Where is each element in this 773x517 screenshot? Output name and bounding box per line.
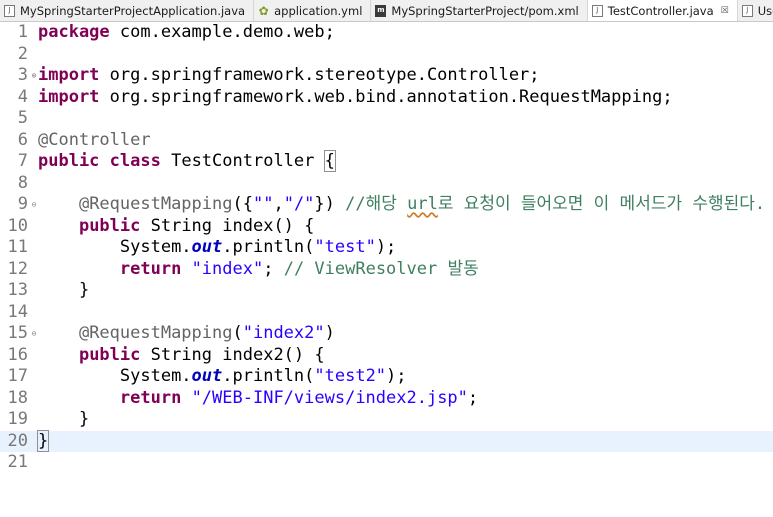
code-line: 8 (0, 173, 773, 195)
code-line: 11 System.out.println("test"); (0, 237, 773, 259)
line-number: 12 (7, 258, 28, 279)
line-number: 18 (7, 387, 28, 408)
line-number: 19 (7, 409, 28, 429)
tab-label: UserC (757, 3, 773, 18)
keyword: import (38, 86, 100, 107)
tab-pom-xml[interactable]: m MySpringStarterProject/pom.xml (371, 0, 588, 21)
line-number: 6 (17, 129, 28, 150)
matched-bracket: } (36, 429, 50, 452)
fold-toggle-icon[interactable]: ⊖ (30, 194, 38, 216)
keyword: package (38, 22, 110, 42)
tab-testcontroller-java[interactable]: J TestController.java ☒ (587, 0, 738, 21)
tab-label: MySpringStarterProject/pom.xml (391, 3, 579, 18)
string-literal: "/" (283, 194, 315, 214)
code-line: 14 (0, 302, 773, 324)
matched-bracket: { (323, 150, 336, 172)
line-number: 5 (17, 108, 28, 128)
code-line: 12 return "index"; // ViewResolver 발동 (0, 259, 773, 281)
static-field: out (191, 366, 223, 386)
package-name: com.example.demo.web; (109, 22, 335, 42)
line-number: 3 (17, 65, 28, 85)
code-line: 7 public class TestController { (0, 150, 773, 173)
line-number: 16 (7, 344, 28, 365)
tab-label: TestController.java (607, 3, 714, 18)
tab-application-java[interactable]: J MySpringStarterProjectApplication.java (0, 0, 255, 21)
keyword: return (119, 387, 182, 408)
tab-label: application.yml (274, 3, 363, 18)
code-line: 10 public String index() { (0, 216, 773, 238)
code-line: 17 System.out.println("test2"); (0, 366, 773, 388)
fold-toggle-icon[interactable]: ⊕ (30, 65, 38, 87)
java-file-icon: J (741, 4, 753, 17)
yml-file-icon: ✿ (258, 3, 269, 18)
annotation: @RequestMapping (78, 323, 233, 343)
line-number: 11 (7, 237, 28, 257)
class-name: TestController (160, 151, 325, 171)
string-literal: "" (252, 194, 274, 214)
code-line: 5 (0, 108, 773, 130)
keyword: import (38, 65, 100, 85)
string-literal: "/WEB-INF/views/index2.jsp" (191, 387, 468, 408)
keyword: class (109, 151, 161, 171)
string-literal: "test2" (314, 366, 387, 386)
line-number: 1 (17, 22, 28, 42)
spelling-warning: url (407, 194, 438, 214)
code-editor[interactable]: 1 package com.example.demo.web; 2 3 ⊕ im… (0, 22, 773, 472)
string-literal: "index" (191, 258, 264, 279)
annotation: @Controller (38, 129, 151, 150)
line-number: 20 (7, 430, 28, 451)
method-signature: index() { (222, 215, 315, 236)
line-number: 14 (7, 301, 28, 322)
line-number: 15 (7, 323, 28, 343)
code-line: 4 import org.springframework.web.bind.an… (0, 87, 773, 109)
line-number: 17 (7, 366, 28, 386)
line-number: 8 (17, 172, 28, 193)
line-number: 9 (17, 194, 28, 214)
close-tab-icon[interactable]: ☒ (721, 6, 729, 16)
comment: 로 요청이 들어오면 이 메서드가 수행된다. (437, 194, 766, 214)
line-number: 21 (7, 452, 28, 472)
line-number: 7 (17, 151, 28, 171)
keyword: return (119, 258, 182, 279)
code-line: 13 } (0, 280, 773, 302)
comment: //해당 (345, 194, 408, 214)
java-file-icon: J (4, 4, 15, 17)
tab-label: MySpringStarterProjectApplication.java (20, 3, 246, 18)
java-file-icon: J (591, 4, 603, 17)
tab-userc-java[interactable]: J UserC (738, 0, 773, 21)
current-code-line: 20 } (0, 429, 773, 452)
line-number: 4 (17, 86, 28, 107)
keyword: public (78, 215, 141, 236)
code-line: 18 return "/WEB-INF/views/index2.jsp"; (0, 388, 773, 410)
code-line: 15 ⊖ @RequestMapping("index2") (0, 323, 773, 345)
import-path: org.springframework.stereotype.Controlle… (99, 65, 540, 85)
method-signature: index2() { (222, 344, 325, 365)
keyword: public (78, 344, 141, 365)
comment: // ViewResolver 발동 (283, 258, 479, 279)
line-number: 13 (7, 280, 28, 300)
annotation: @RequestMapping (78, 194, 233, 214)
code-line: 9 ⊖ @RequestMapping({"","/"}) //해당 url로 … (0, 194, 773, 216)
tab-application-yml[interactable]: ✿ application.yml (254, 0, 372, 21)
code-line: 21 (0, 452, 773, 474)
line-number: 2 (17, 43, 28, 64)
line-number: 10 (7, 215, 28, 236)
code-line: 3 ⊕ import org.springframework.stereotyp… (0, 65, 773, 87)
code-line: 6 @Controller (0, 130, 773, 152)
code-line: 2 (0, 44, 773, 66)
string-literal: "test" (314, 237, 376, 257)
string-literal: "index2" (242, 323, 325, 343)
maven-pom-icon: m (375, 4, 387, 17)
editor-tab-bar: J MySpringStarterProjectApplication.java… (0, 0, 773, 22)
code-line: 1 package com.example.demo.web; (0, 22, 773, 44)
static-field: out (191, 237, 223, 257)
code-line: 16 public String index2() { (0, 345, 773, 367)
fold-toggle-icon[interactable]: ⊖ (30, 323, 38, 345)
import-path: org.springframework.web.bind.annotation.… (99, 86, 673, 107)
code-line: 19 } (0, 409, 773, 431)
keyword: public (38, 151, 100, 171)
